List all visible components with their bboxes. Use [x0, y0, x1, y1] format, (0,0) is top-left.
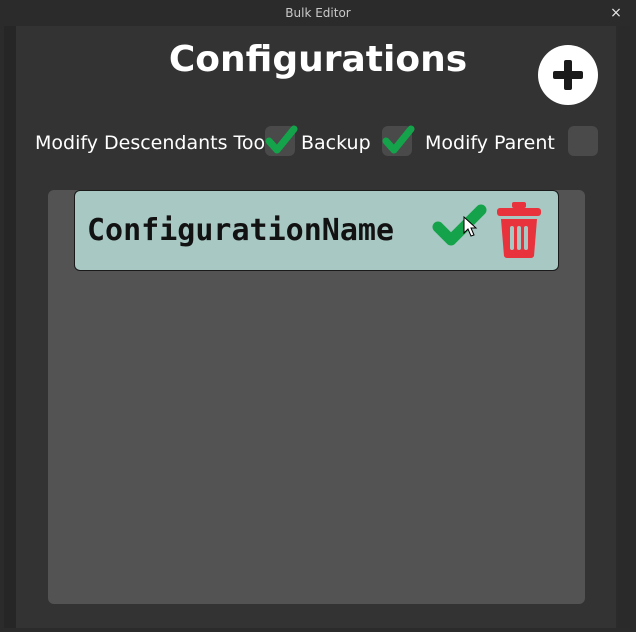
mouse-cursor-icon	[463, 216, 478, 237]
configuration-name: ConfigurationName	[87, 213, 395, 248]
bulk-editor-window: Bulk Editor × Configurations Modify Desc…	[0, 0, 636, 632]
backup-checkbox[interactable]	[382, 125, 415, 156]
plus-icon	[553, 60, 583, 90]
modify-parent-checkbox[interactable]	[568, 126, 598, 156]
modify-parent-label: Modify Parent	[425, 132, 555, 154]
window-title: Bulk Editor	[285, 6, 351, 20]
backup-label: Backup	[301, 132, 371, 154]
left-border	[4, 26, 16, 628]
enable-check-icon[interactable]	[431, 203, 491, 247]
modify-descendants-label: Modify Descendants Too	[35, 132, 266, 154]
add-configuration-button[interactable]	[538, 45, 598, 105]
trash-icon[interactable]	[495, 201, 543, 259]
checkmark-icon	[265, 125, 298, 154]
checkmark-icon	[382, 125, 415, 154]
close-icon[interactable]: ×	[608, 4, 624, 22]
scrollbar[interactable]	[618, 26, 630, 628]
configuration-item[interactable]: ConfigurationName	[74, 190, 559, 271]
modify-descendants-checkbox[interactable]	[265, 125, 298, 156]
window-titlebar: Bulk Editor ×	[0, 0, 636, 26]
